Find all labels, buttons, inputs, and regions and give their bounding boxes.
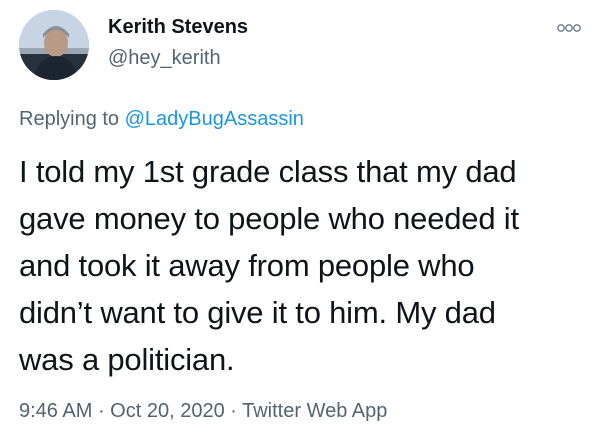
- tweet-date[interactable]: Oct 20, 2020: [110, 400, 225, 422]
- more-options-icon[interactable]: [556, 21, 582, 33]
- tweet-card: Kerith Stevens @hey_kerith Replying to @…: [0, 0, 599, 446]
- avatar-photo: [19, 10, 89, 80]
- meta-separator: ·: [92, 400, 111, 422]
- replying-to: Replying to @LadyBugAssassin: [19, 108, 304, 131]
- author-handle[interactable]: @hey_kerith: [108, 47, 221, 70]
- tweet-metadata: 9:46 AM · Oct 20, 2020 · Twitter Web App: [19, 400, 387, 423]
- tweet-text-line: gave money to people who needed it: [19, 201, 519, 236]
- reply-mention-link[interactable]: @LadyBugAssassin: [125, 108, 304, 130]
- tweet-text-line: was a politician.: [19, 342, 235, 377]
- tweet-time[interactable]: 9:46 AM: [19, 400, 92, 422]
- avatar[interactable]: [19, 10, 89, 80]
- author-name[interactable]: Kerith Stevens: [108, 16, 248, 39]
- replying-to-label: Replying to: [19, 108, 125, 130]
- tweet-text-line: I told my 1st grade class that my dad: [19, 154, 517, 189]
- tweet-text-line: didn’t want to give it to him. My dad: [19, 295, 496, 330]
- meta-separator: ·: [224, 400, 243, 422]
- tweet-source[interactable]: Twitter Web App: [242, 400, 387, 422]
- tweet-text: I told my 1st grade class that my dad ga…: [19, 148, 589, 383]
- tweet-text-line: and took it away from people who: [19, 248, 475, 283]
